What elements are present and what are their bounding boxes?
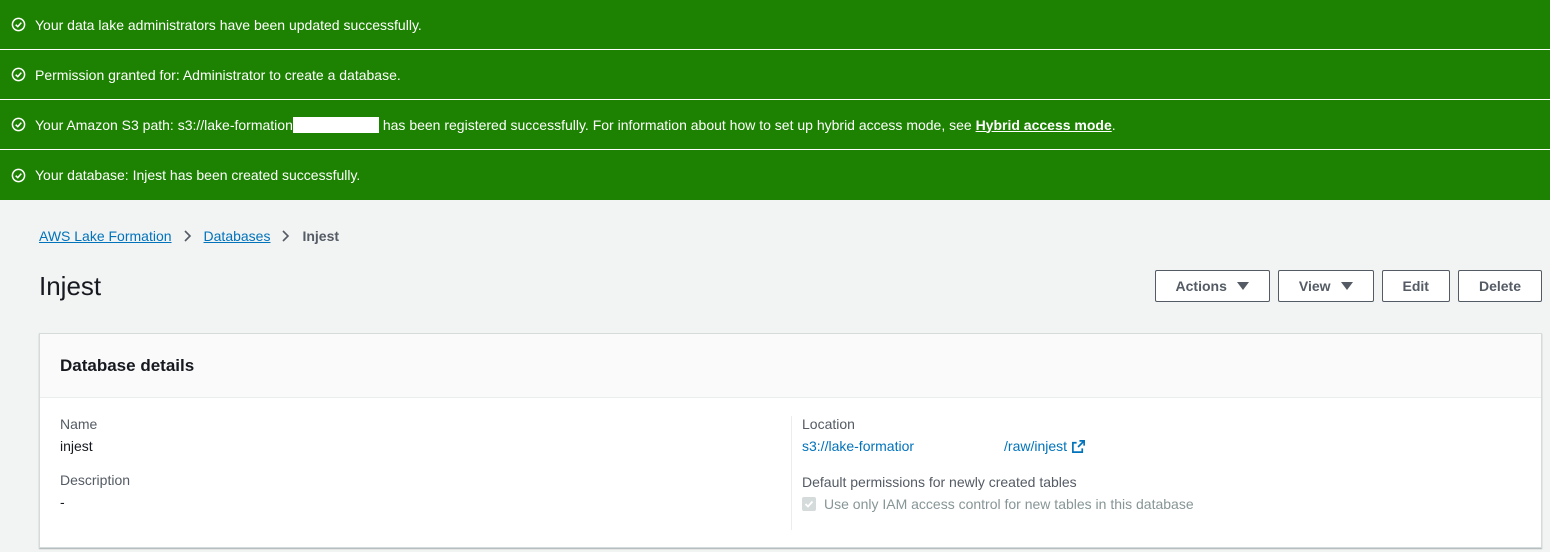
chevron-right-icon (183, 230, 193, 242)
location-label: Location (802, 416, 855, 432)
flash-text: Your database: Injest has been created s… (35, 167, 361, 183)
details-right-column: Location s3://lake-formatior /raw/injest… (791, 416, 1541, 530)
description-value: - (60, 494, 65, 510)
location-field: Location s3://lake-formatior /raw/injest (802, 416, 1541, 456)
caret-down-icon (1236, 282, 1249, 290)
name-field: Name injest (60, 416, 791, 454)
name-label: Name (60, 416, 98, 432)
breadcrumb-current: Injest (302, 228, 340, 244)
flashbar: Your data lake administrators have been … (0, 0, 1550, 200)
header-actions: Actions View Edit Delete (1154, 270, 1542, 302)
redacted-block (292, 116, 379, 133)
flash-message-admins-updated: Your data lake administrators have been … (0, 0, 1550, 50)
location-link[interactable]: s3://lake-formatior /raw/injest (802, 438, 1086, 454)
breadcrumb-lake-formation-link[interactable]: AWS Lake Formation (39, 228, 172, 244)
external-link-icon (1071, 439, 1086, 454)
flash-text: Permission granted for: Administrator to… (35, 66, 401, 83)
description-field: Description - (60, 472, 791, 510)
flash-message-permission-granted: Permission granted for: Administrator to… (0, 50, 1550, 100)
check-circle-icon (10, 67, 26, 83)
iam-access-control-checkbox (802, 497, 816, 511)
edit-button[interactable]: Edit (1381, 270, 1450, 302)
check-circle-icon (10, 17, 26, 33)
check-circle-icon (10, 117, 26, 133)
location-suffix: /raw/injest (1004, 438, 1068, 454)
check-circle-icon (10, 167, 26, 183)
flash-message-database-created: Your database: Injest has been created s… (0, 150, 1550, 200)
database-details-panel: Database details Name injest Description… (39, 333, 1542, 548)
default-permissions-label: Default permissions for newly created ta… (802, 474, 1077, 490)
hybrid-access-mode-link[interactable]: Hybrid access mode (976, 117, 1112, 133)
page-title: Injest (39, 270, 102, 301)
flash-text-middle: has been registered successfully. For in… (382, 116, 976, 133)
default-permissions-field: Default permissions for newly created ta… (802, 474, 1541, 512)
flash-message-s3-registered: Your Amazon S3 path: s3://lake-formation… (0, 100, 1550, 150)
view-label: View (1298, 278, 1331, 294)
panel-body: Name injest Description - Location s3://… (40, 398, 1541, 530)
delete-button[interactable]: Delete (1457, 270, 1542, 302)
breadcrumb-databases-link[interactable]: Databases (204, 228, 271, 244)
flash-text: Your data lake administrators have been … (35, 16, 422, 33)
view-dropdown-button[interactable]: View (1277, 270, 1374, 302)
description-label: Description (60, 472, 131, 488)
name-value: injest (60, 438, 93, 454)
iam-access-control-label: Use only IAM access control for new tabl… (824, 496, 1194, 512)
main-content: AWS Lake Formation Databases Injest Inje… (0, 200, 1550, 552)
flash-text-prefix: Your Amazon S3 path: s3://lake-formation (35, 116, 293, 133)
iam-access-control-row: Use only IAM access control for new tabl… (802, 496, 1541, 512)
location-prefix: s3://lake-formatior (802, 438, 915, 454)
caret-down-icon (1340, 282, 1353, 290)
details-left-column: Name injest Description - (40, 416, 791, 530)
actions-dropdown-button[interactable]: Actions (1154, 270, 1270, 302)
page-header: Injest Actions View Edit Delete (39, 270, 1542, 302)
breadcrumb: AWS Lake Formation Databases Injest (39, 228, 339, 244)
panel-header: Database details (40, 334, 1541, 398)
chevron-right-icon (281, 230, 291, 242)
flash-text-suffix: . (1111, 116, 1116, 133)
actions-label: Actions (1175, 278, 1227, 294)
